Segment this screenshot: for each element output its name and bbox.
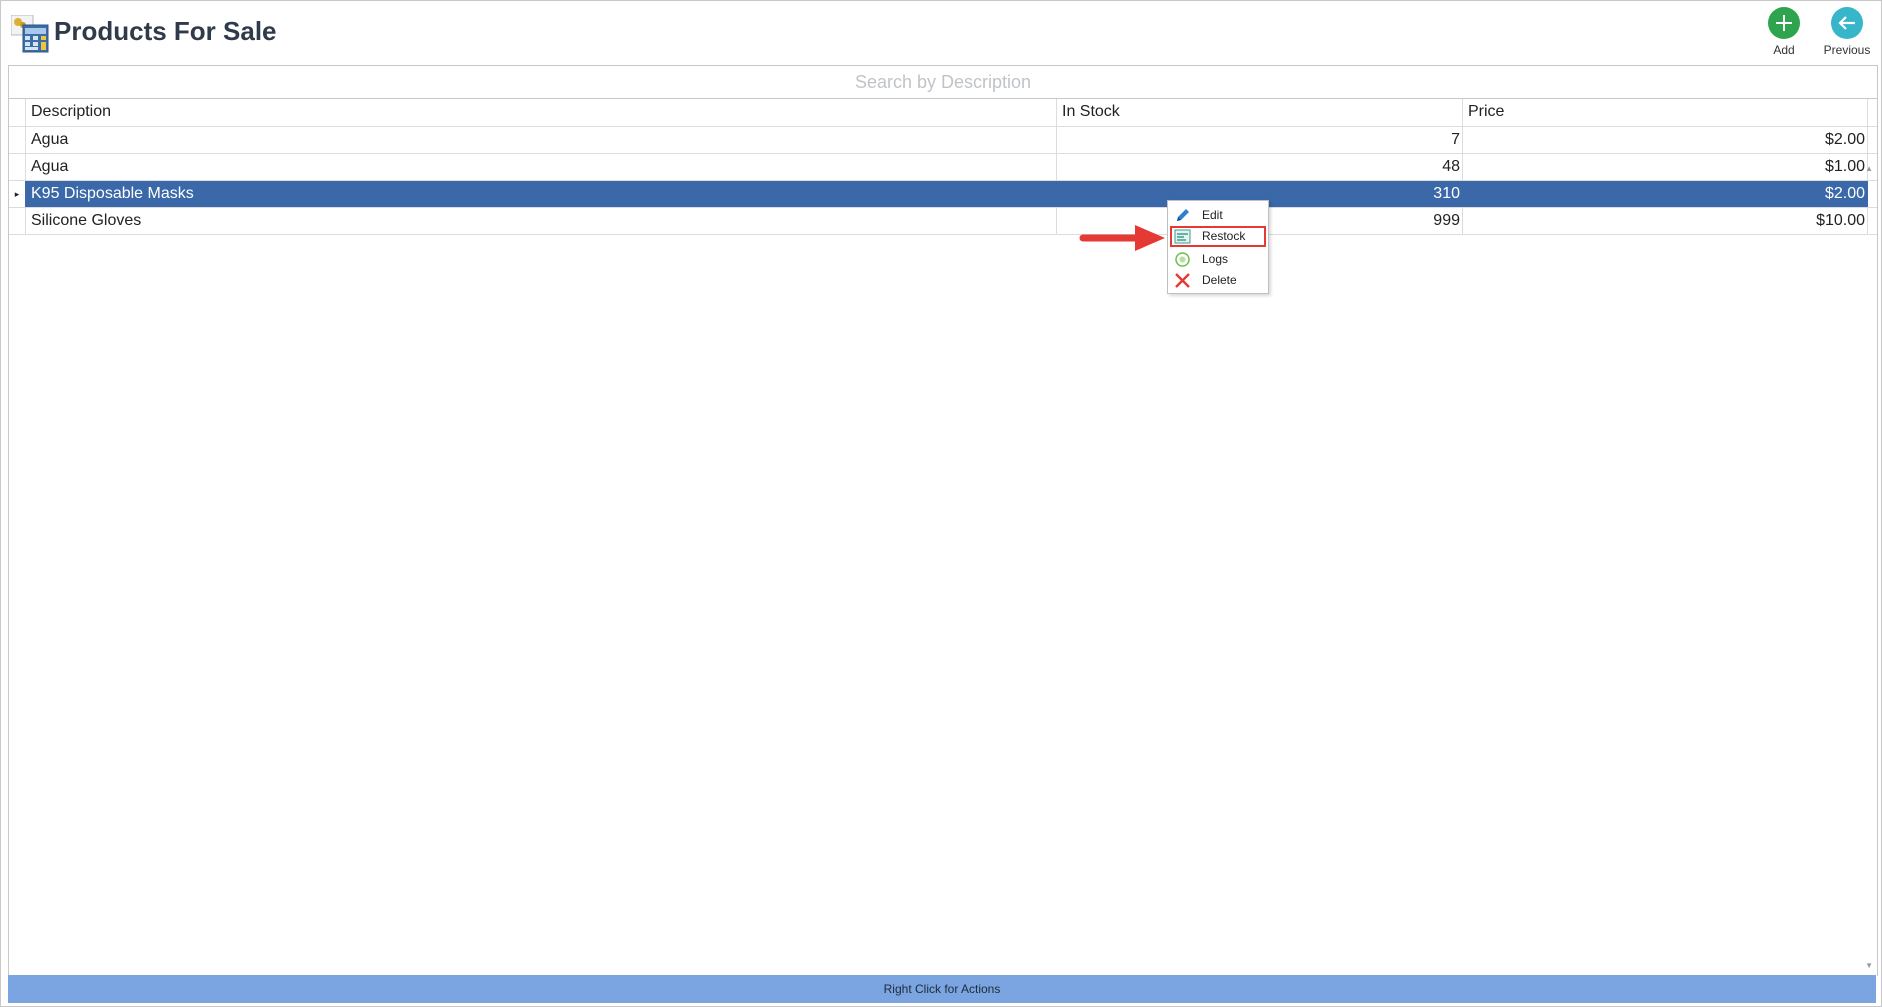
cell-price: $2.00 [1463,181,1868,207]
cell-description: Agua [25,154,1057,180]
header: Products For Sale Add Previous [1,1,1881,65]
status-bar: Right Click for Actions [8,975,1876,1003]
table-row[interactable]: Silicone Gloves 999 $10.00 [9,208,1877,235]
add-label: Add [1773,43,1795,57]
context-menu-delete[interactable]: Delete [1170,270,1266,291]
row-indicator-header [9,99,25,126]
delete-x-icon [1175,273,1190,288]
cell-description: Silicone Gloves [25,208,1057,234]
main-window: Products For Sale Add Previous Search by… [0,0,1882,1007]
arrow-left-icon [1831,7,1863,39]
previous-label: Previous [1823,43,1871,57]
context-menu-edit[interactable]: Edit [1170,205,1266,226]
cell-description: K95 Disposable Masks [25,181,1057,207]
logs-icon [1175,252,1190,267]
cell-price: $10.00 [1463,208,1868,234]
row-pointer-icon: ▸ [14,189,20,199]
logs-label: Logs [1202,252,1229,266]
plus-icon [1768,7,1800,39]
calculator-app-icon [11,15,49,53]
search-input[interactable] [9,66,1877,99]
restock-icon [1174,229,1191,244]
pencil-icon [1177,209,1189,221]
cell-in-stock: 7 [1057,127,1463,153]
page-title: Products For Sale [54,16,277,46]
row-indicator [9,208,25,234]
context-menu: Edit Restock Logs Delete [1167,200,1269,294]
scroll-up-icon[interactable]: ▲ [1865,164,1873,173]
delete-label: Delete [1202,273,1237,287]
table-row[interactable]: Agua 7 $2.00 [9,127,1877,154]
context-menu-restock[interactable]: Restock [1170,226,1266,247]
annotation-arrow-icon [1079,225,1165,251]
column-header-description[interactable]: Description [25,99,1057,126]
products-grid: Description In Stock Price Agua 7 $2.00 … [9,99,1877,235]
cell-description: Agua [25,127,1057,153]
edit-label: Edit [1202,208,1223,222]
previous-button[interactable]: Previous [1817,7,1877,61]
context-menu-logs[interactable]: Logs [1170,249,1266,270]
cell-in-stock: 48 [1057,154,1463,180]
column-header-price[interactable]: Price [1463,99,1868,126]
products-panel: Description In Stock Price Agua 7 $2.00 … [8,65,1878,976]
table-row[interactable]: Agua 48 $1.00 [9,154,1877,181]
cell-price: $2.00 [1463,127,1868,153]
grid-header: Description In Stock Price [9,99,1877,127]
table-row-selected[interactable]: ▸ K95 Disposable Masks 310 $2.00 [9,181,1877,208]
add-button[interactable]: Add [1754,7,1814,61]
cell-price: $1.00 [1463,154,1868,180]
row-indicator [9,154,25,180]
restock-label: Restock [1202,229,1246,243]
scroll-down-icon[interactable]: ▼ [1865,961,1873,970]
row-indicator [9,127,25,153]
column-header-in-stock[interactable]: In Stock [1057,99,1463,126]
